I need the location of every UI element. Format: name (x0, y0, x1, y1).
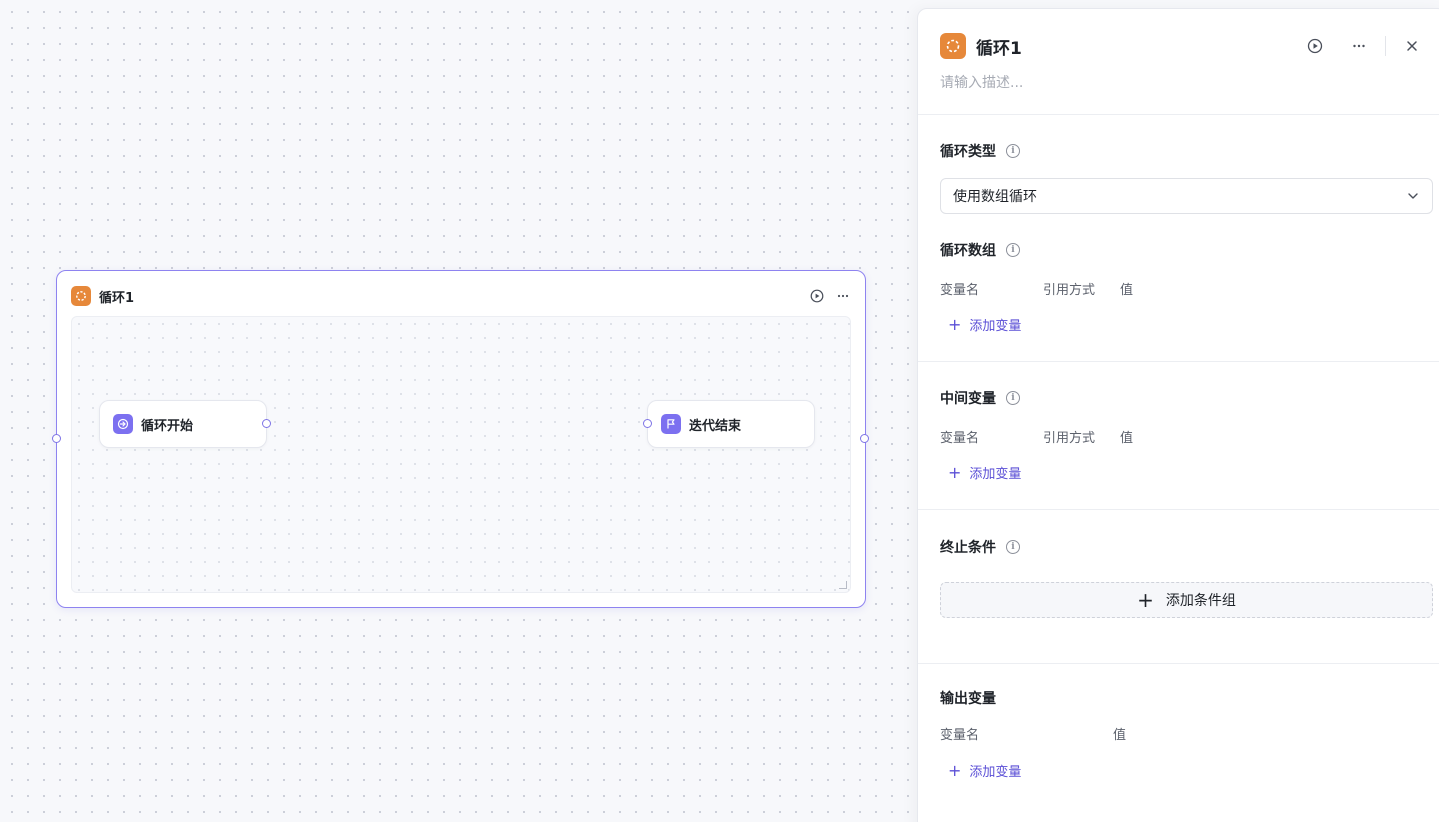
resize-handle[interactable] (839, 581, 847, 589)
loop-output-handle[interactable] (860, 434, 869, 443)
column-header-name: 变量名 (940, 283, 980, 298)
run-icon[interactable] (809, 288, 825, 304)
section-divider (918, 509, 1439, 510)
header-divider (1385, 36, 1386, 56)
info-icon[interactable]: i (1006, 243, 1020, 257)
run-icon[interactable] (1305, 36, 1325, 56)
close-icon[interactable] (1402, 36, 1422, 56)
column-header-name: 变量名 (940, 431, 980, 446)
add-variable-label: 添加变量 (969, 467, 1022, 482)
column-header-value: 值 (1113, 728, 1127, 743)
info-icon[interactable]: i (1006, 391, 1020, 405)
add-condition-group-button[interactable]: + 添加条件组 (940, 582, 1433, 618)
loop-start-node[interactable]: 循环开始 (99, 400, 267, 448)
loop-start-label: 循环开始 (141, 418, 194, 434)
section-divider (918, 361, 1439, 362)
loop-icon (71, 286, 91, 306)
info-icon[interactable]: i (1006, 540, 1020, 554)
loop-node[interactable]: 循环1 循环开始 迭代结束 (52, 270, 869, 608)
loop-array-label: 循环数组 (940, 243, 996, 259)
iteration-end-node[interactable]: 迭代结束 (647, 400, 815, 448)
add-variable-label: 添加变量 (969, 319, 1022, 334)
add-condition-group-label: 添加条件组 (1165, 593, 1236, 609)
panel-header: 循环1 (940, 33, 1422, 59)
section-divider (918, 663, 1439, 664)
more-icon[interactable] (835, 288, 851, 304)
column-header-name: 变量名 (940, 728, 980, 743)
more-icon[interactable] (1349, 36, 1369, 56)
add-variable-button[interactable]: + 添加变量 (948, 463, 1021, 482)
column-header-ref: 引用方式 (1043, 283, 1096, 298)
enter-icon (113, 414, 133, 434)
loop-node-header: 循环1 (71, 285, 851, 307)
iteration-end-label: 迭代结束 (689, 418, 742, 434)
add-variable-label: 添加变量 (969, 765, 1022, 780)
output-label: 输出变量 (940, 691, 996, 707)
column-header-value: 值 (1120, 283, 1134, 298)
add-variable-button[interactable]: + 添加变量 (948, 761, 1021, 780)
info-icon[interactable]: i (1006, 144, 1020, 158)
iteration-end-input-handle[interactable] (643, 419, 652, 428)
column-header-value: 值 (1120, 431, 1134, 446)
termination-section-title: 终止条件 i (940, 537, 1020, 557)
loop-node-title: 循环1 (99, 290, 135, 306)
output-section-title: 输出变量 (940, 688, 996, 708)
loop-type-section-title: 循环类型 i (940, 141, 1020, 161)
add-variable-button[interactable]: + 添加变量 (948, 315, 1021, 334)
loop-body-area (71, 316, 851, 593)
loop-type-select[interactable]: 使用数组循环 (940, 178, 1433, 214)
loop-input-handle[interactable] (52, 434, 61, 443)
loop-type-label: 循环类型 (940, 144, 996, 160)
plus-icon: + (1137, 588, 1154, 612)
intermediate-section-title: 中间变量 i (940, 388, 1020, 408)
chevron-down-icon (1406, 189, 1420, 203)
loop-array-section-title: 循环数组 i (940, 240, 1020, 260)
node-config-panel: 循环1 循环类型 i 使用数组循环 循环数组 i 变量名 引用方式 (917, 8, 1439, 822)
termination-label: 终止条件 (940, 540, 996, 556)
intermediate-label: 中间变量 (940, 391, 996, 407)
panel-title[interactable]: 循环1 (976, 34, 1022, 59)
column-header-ref: 引用方式 (1043, 431, 1096, 446)
description-input[interactable] (940, 72, 1400, 94)
flag-icon (661, 414, 681, 434)
plus-icon: + (948, 314, 962, 334)
plus-icon: + (948, 462, 962, 482)
loop-type-value: 使用数组循环 (953, 189, 1037, 205)
section-divider (918, 114, 1439, 115)
loop-icon (940, 33, 966, 59)
loop-start-output-handle[interactable] (262, 419, 271, 428)
plus-icon: + (948, 760, 962, 780)
